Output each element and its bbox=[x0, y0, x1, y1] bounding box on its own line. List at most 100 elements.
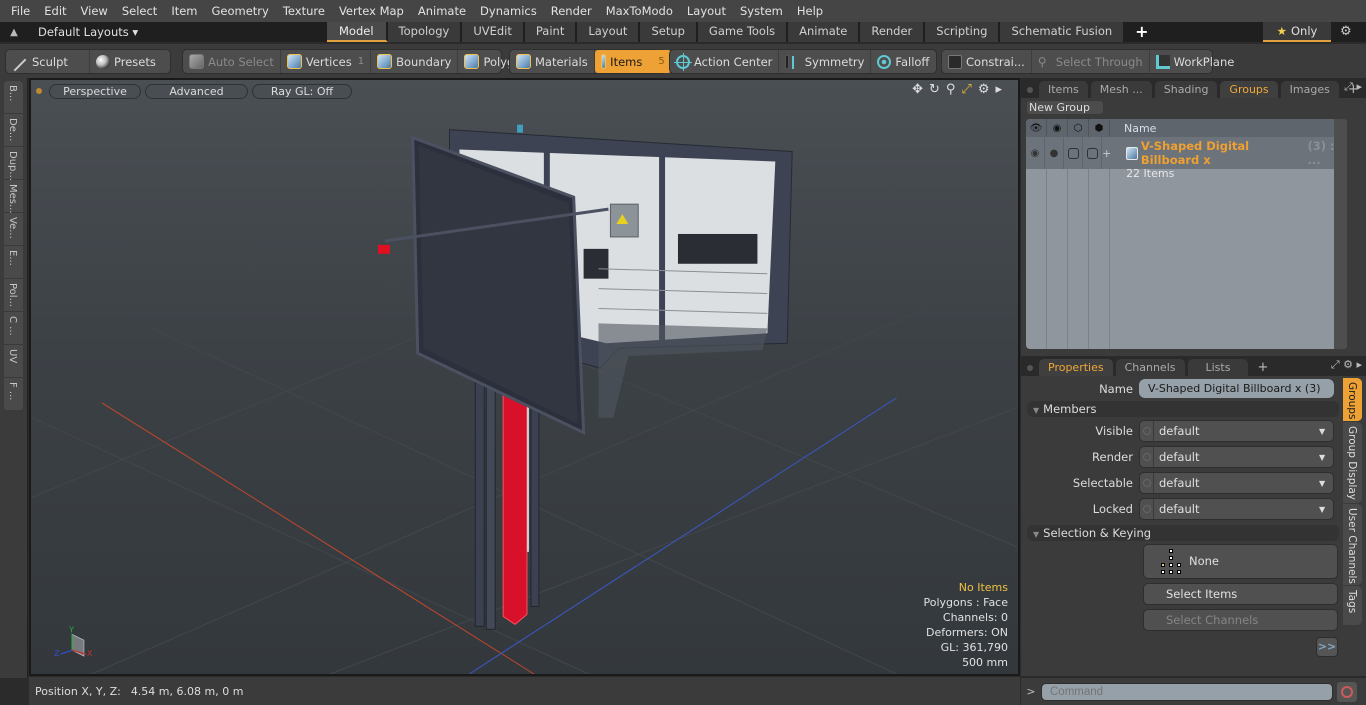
more-button[interactable]: >> bbox=[1316, 637, 1338, 657]
menu-animate[interactable]: Animate bbox=[411, 0, 473, 22]
viewport-gear-icon[interactable]: ⚙ bbox=[978, 82, 990, 97]
tab-animate[interactable]: Animate bbox=[788, 22, 861, 42]
tab-properties[interactable]: Properties bbox=[1039, 359, 1113, 376]
left-tab-edge[interactable]: E... bbox=[4, 246, 23, 279]
properties-menu-dot[interactable] bbox=[1027, 365, 1033, 371]
tab-items[interactable]: Items bbox=[1039, 81, 1088, 98]
symmetry-button[interactable]: Symmetry bbox=[779, 50, 872, 73]
tab-game-tools[interactable]: Game Tools bbox=[697, 22, 789, 42]
add-properties-tab-button[interactable]: + bbox=[1251, 359, 1274, 376]
selection-keying-section[interactable]: ▼ Selection & Keying bbox=[1027, 525, 1339, 541]
3d-viewport[interactable]: Y X Z Perspective Advanced Ray GL: Off ✥… bbox=[29, 78, 1020, 676]
billboard-model[interactable] bbox=[377, 124, 793, 630]
tab-uvedit[interactable]: UVEdit bbox=[462, 22, 525, 42]
group-visible-toggle[interactable]: ◉ bbox=[1026, 137, 1046, 169]
side-tab-groups[interactable]: Groups bbox=[1343, 378, 1362, 422]
materials-button[interactable]: Materials bbox=[510, 50, 595, 73]
menu-maxtomodo[interactable]: MaxToModo bbox=[599, 0, 680, 22]
tab-images[interactable]: Images bbox=[1280, 81, 1339, 98]
group-lock-toggle[interactable] bbox=[1083, 137, 1103, 169]
command-input[interactable] bbox=[1041, 682, 1333, 701]
tab-scripting[interactable]: Scripting bbox=[925, 22, 1001, 42]
select-channels-button[interactable]: Select Channels bbox=[1143, 609, 1338, 631]
tab-schematic-fusion[interactable]: Schematic Fusion bbox=[1000, 22, 1126, 42]
group-render-toggle[interactable]: ● bbox=[1045, 137, 1065, 169]
group-select-toggle[interactable] bbox=[1064, 137, 1084, 169]
menu-help[interactable]: Help bbox=[790, 0, 830, 22]
visibility-column-icon[interactable]: 👁 bbox=[1026, 119, 1047, 137]
tab-setup[interactable]: Setup bbox=[640, 22, 698, 42]
locked-select[interactable]: default ▼ bbox=[1139, 498, 1334, 520]
render-select[interactable]: default ▼ bbox=[1139, 446, 1334, 468]
left-tab-basic[interactable]: B... bbox=[4, 81, 23, 114]
tab-paint[interactable]: Paint bbox=[524, 22, 578, 42]
select-items-button[interactable]: Select Items bbox=[1143, 583, 1338, 605]
members-section[interactable]: ▼ Members bbox=[1027, 401, 1339, 417]
menu-select[interactable]: Select bbox=[115, 0, 164, 22]
tab-groups[interactable]: Groups bbox=[1220, 81, 1278, 98]
selectable-select[interactable]: default ▼ bbox=[1139, 472, 1334, 494]
tab-lists[interactable]: Lists bbox=[1187, 359, 1249, 376]
group-row[interactable]: ◉ ● + V-Shaped Digital Billboard x (3) :… bbox=[1026, 137, 1347, 180]
left-tab-curve[interactable]: C ... bbox=[4, 312, 23, 345]
side-tab-tags[interactable]: Tags bbox=[1343, 586, 1362, 626]
left-tab-uv[interactable]: UV bbox=[4, 345, 23, 378]
vertices-button[interactable]: Vertices 1 bbox=[281, 50, 372, 73]
add-tab-button[interactable]: + bbox=[1125, 22, 1158, 42]
tab-mesh[interactable]: Mesh ... bbox=[1090, 81, 1152, 98]
zoom-icon[interactable]: ⚲ bbox=[946, 82, 956, 97]
expand-group-icon[interactable]: + bbox=[1102, 147, 1111, 160]
side-tab-user-channels[interactable]: User Channels bbox=[1343, 504, 1362, 586]
viewport-scene[interactable]: Y X Z bbox=[31, 80, 1018, 674]
menu-geometry[interactable]: Geometry bbox=[205, 0, 276, 22]
gear-icon[interactable]: ⚙ bbox=[1340, 22, 1352, 42]
select-column-icon[interactable]: ⬡ bbox=[1068, 119, 1089, 137]
menu-view[interactable]: View bbox=[74, 0, 115, 22]
only-toggle[interactable]: ★ Only bbox=[1263, 22, 1331, 42]
menu-file[interactable]: File bbox=[4, 0, 37, 22]
side-tab-group-display[interactable]: Group Display bbox=[1343, 422, 1362, 504]
panel-menu-dot[interactable] bbox=[1027, 87, 1033, 93]
sculpt-button[interactable]: Sculpt bbox=[6, 50, 90, 73]
tab-model[interactable]: Model bbox=[327, 22, 388, 42]
ray-gl-button[interactable]: Ray GL: Off bbox=[252, 83, 352, 99]
menu-vertex-map[interactable]: Vertex Map bbox=[332, 0, 411, 22]
menu-layout[interactable]: Layout bbox=[680, 0, 733, 22]
presets-button[interactable]: Presets bbox=[90, 50, 170, 73]
render-column-icon[interactable]: ◉ bbox=[1047, 119, 1068, 137]
properties-expand-icon[interactable]: ⤢ ⚙ ▸ bbox=[1331, 358, 1362, 372]
left-tab-duplicate[interactable]: Dup... bbox=[4, 147, 23, 181]
layout-selector[interactable]: Default Layouts ▾ bbox=[28, 25, 328, 39]
viewport-more-icon[interactable]: ▸ bbox=[995, 82, 1002, 97]
falloff-button[interactable]: Falloff bbox=[871, 50, 935, 73]
rotate-icon[interactable]: ↻ bbox=[929, 82, 940, 97]
menu-render[interactable]: Render bbox=[544, 0, 599, 22]
left-tab-vertex[interactable]: Ve... bbox=[4, 213, 23, 246]
auto-select-button[interactable]: Auto Select bbox=[183, 50, 281, 73]
tab-topology[interactable]: Topology bbox=[387, 22, 463, 42]
tab-render[interactable]: Render bbox=[860, 22, 926, 42]
record-macro-button[interactable] bbox=[1337, 681, 1357, 702]
menu-system[interactable]: System bbox=[733, 0, 790, 22]
menu-edit[interactable]: Edit bbox=[37, 0, 73, 22]
name-field[interactable]: V-Shaped Digital Billboard x (3) bbox=[1139, 379, 1334, 398]
menu-item[interactable]: Item bbox=[164, 0, 204, 22]
workplane-button[interactable]: WorkPlane bbox=[1150, 50, 1241, 73]
maximize-icon[interactable]: ⤢ bbox=[961, 82, 971, 97]
action-center-button[interactable]: Action Center bbox=[670, 50, 780, 73]
viewport-options-dot[interactable] bbox=[36, 88, 42, 94]
left-tab-deform[interactable]: De... bbox=[4, 114, 23, 147]
left-tab-fusion[interactable]: F ... bbox=[4, 378, 23, 411]
left-tab-polygon[interactable]: Pol... bbox=[4, 279, 23, 312]
groups-list-scrollbar[interactable] bbox=[1334, 119, 1347, 349]
tab-channels[interactable]: Channels bbox=[1115, 359, 1185, 376]
lock-column-icon[interactable]: ⬢ bbox=[1089, 119, 1110, 137]
boundary-button[interactable]: Boundary bbox=[371, 50, 459, 73]
menu-texture[interactable]: Texture bbox=[276, 0, 332, 22]
constraints-button[interactable]: Constrai... bbox=[942, 50, 1032, 73]
left-tab-mesh-edit[interactable]: Mes... bbox=[4, 180, 23, 214]
new-group-button[interactable]: New Group bbox=[1026, 100, 1104, 115]
pan-icon[interactable]: ✥ bbox=[912, 82, 923, 97]
items-button[interactable]: Items 5 bbox=[594, 50, 671, 73]
visible-select[interactable]: default ▼ bbox=[1139, 420, 1334, 442]
